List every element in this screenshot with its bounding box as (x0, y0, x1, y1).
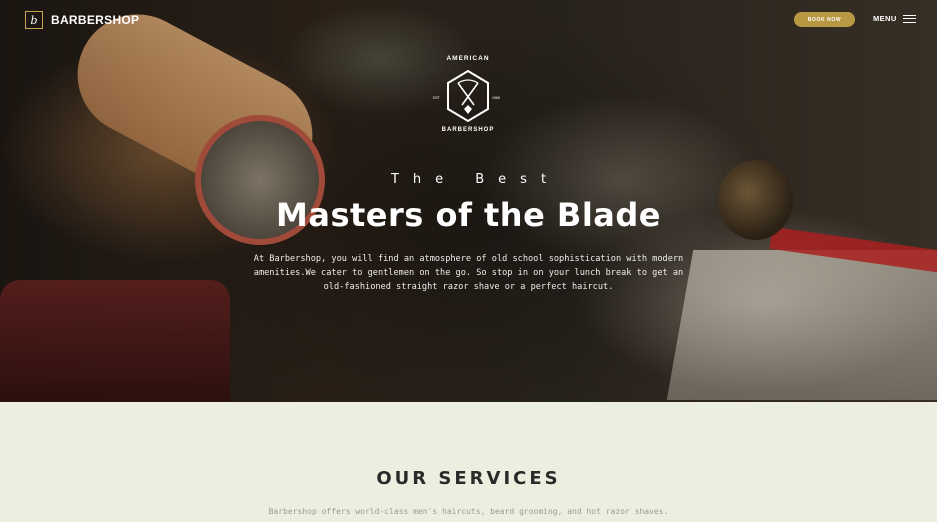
services-section: OUR SERVICES Barbershop offers world-cla… (0, 402, 937, 522)
hero-headline: Masters of the Blade (276, 196, 661, 234)
hero-eyebrow: The Best (390, 172, 561, 187)
menu-toggle[interactable]: MENU (873, 14, 916, 23)
hamburger-icon (902, 14, 916, 23)
hero-intro-text: At Barbershop, you will find an atmosphe… (253, 254, 684, 292)
barbershop-badge-icon: AMERICAN EST 1965 BARBERSHOP (430, 55, 506, 139)
services-subtitle: Barbershop offers world-class men's hair… (268, 507, 669, 516)
badge-right-text: 1965 (492, 96, 500, 100)
top-nav: b BARBERSHOP BOOK NOW MENU (0, 0, 937, 40)
hexagon-emblem-icon (447, 69, 489, 123)
hero-content: AMERICAN EST 1965 BARBERSHOP The Best Ma… (0, 0, 937, 402)
badge-bottom-text: BARBERSHOP (441, 127, 495, 133)
logo-text: BARBERSHOP (51, 13, 140, 27)
site-logo[interactable]: b BARBERSHOP (25, 11, 139, 29)
services-title: OUR SERVICES (376, 468, 561, 489)
logo-mark-icon: b (25, 11, 43, 29)
book-now-button[interactable]: BOOK NOW (794, 12, 855, 27)
badge-left-text: EST (433, 96, 440, 100)
badge-top-text: AMERICAN (446, 55, 490, 62)
menu-label: MENU (873, 14, 897, 23)
